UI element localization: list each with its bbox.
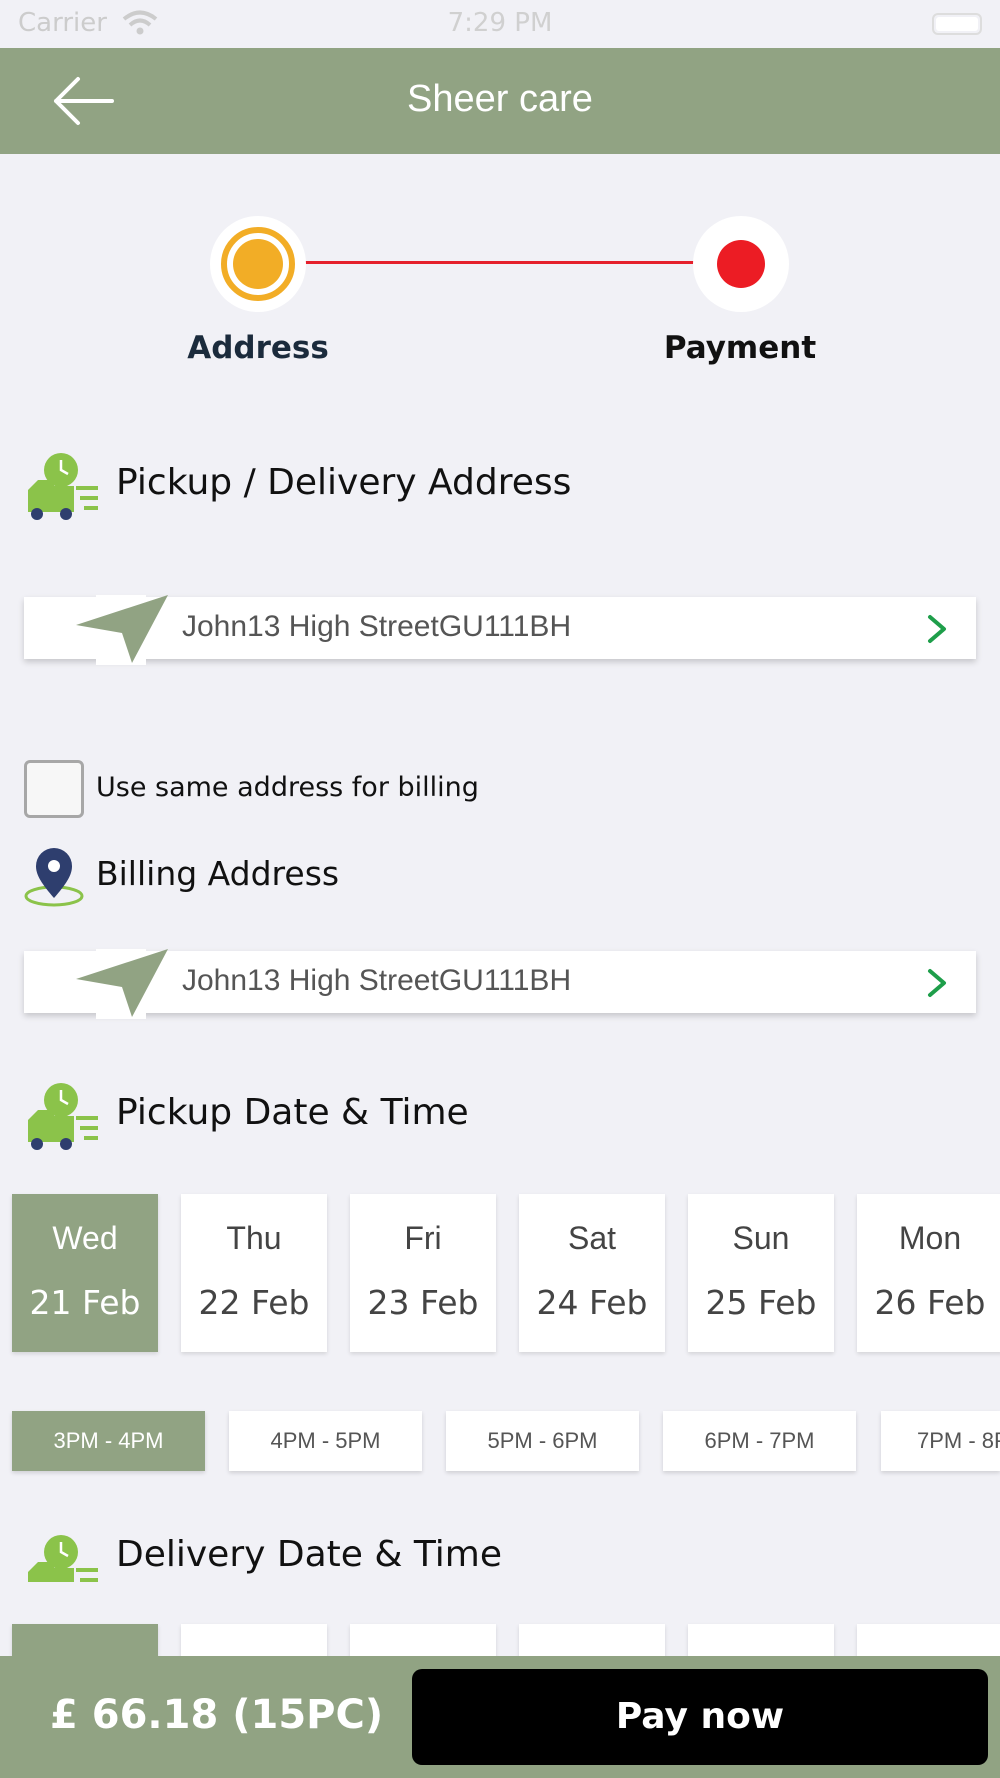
delivery-datetime-title: Delivery Date & Time: [116, 1534, 502, 1575]
pickup-day-item[interactable]: Fri 23 Feb: [350, 1194, 496, 1352]
pay-now-button[interactable]: Pay now: [412, 1669, 988, 1765]
pickup-address-selector[interactable]: John13 High StreetGU111BH: [24, 595, 976, 665]
checkout-stepper: Address Payment: [0, 154, 1000, 384]
pickup-day-item[interactable]: Thu 22 Feb: [181, 1194, 327, 1352]
location-pin-icon: [24, 848, 84, 907]
day-date: 23 Feb: [367, 1283, 479, 1322]
delivery-truck-clock-icon: [28, 1535, 98, 1582]
pickup-datetime-title: Pickup Date & Time: [116, 1092, 469, 1133]
pickup-day-item[interactable]: Sun 25 Feb: [688, 1194, 834, 1352]
pickup-slot-item[interactable]: 3PM - 4PM: [12, 1411, 205, 1471]
step-payment-indicator[interactable]: [693, 216, 789, 312]
delivery-truck-clock-icon: [28, 1083, 98, 1150]
stepper-connector: [258, 261, 742, 264]
battery-icon: [932, 13, 982, 35]
step-address-indicator[interactable]: [210, 216, 306, 312]
step-payment-label: Payment: [663, 330, 817, 366]
pickup-slot-list: 3PM - 4PM 4PM - 5PM 5PM - 6PM 6PM - 7PM …: [12, 1411, 1000, 1473]
chevron-right-icon: [928, 969, 946, 997]
pickup-day-item[interactable]: Mon 26 Feb: [857, 1194, 1000, 1352]
pickup-slot-item[interactable]: 6PM - 7PM: [663, 1411, 856, 1471]
day-name: Wed: [52, 1220, 118, 1256]
day-date: 24 Feb: [536, 1283, 648, 1322]
navigation-arrow-icon: [76, 949, 168, 1019]
clock-label: 7:29 PM: [447, 8, 553, 38]
day-name: Thu: [226, 1220, 282, 1256]
pickup-day-item[interactable]: Sat 24 Feb: [519, 1194, 665, 1352]
billing-address-title: Billing Address: [96, 854, 340, 893]
day-date: 21 Feb: [29, 1283, 141, 1322]
day-name: Mon: [898, 1220, 962, 1256]
day-date: 26 Feb: [874, 1283, 986, 1322]
same-address-label: Use same address for billing: [96, 772, 479, 803]
pickup-address-title: Pickup / Delivery Address: [116, 462, 572, 503]
pickup-slot-item[interactable]: 4PM - 5PM: [229, 1411, 422, 1471]
status-bar: Carrier 7:29 PM: [0, 0, 1000, 48]
pickup-slot-item[interactable]: 7PM - 8PM: [881, 1411, 1000, 1471]
step-address-label: Address: [187, 330, 329, 366]
day-name: Sun: [732, 1220, 790, 1256]
billing-address-value: John13 High StreetGU111BH: [182, 964, 572, 997]
day-date: 22 Feb: [198, 1283, 310, 1322]
same-address-checkbox[interactable]: [24, 760, 84, 818]
delivery-truck-clock-icon: [28, 453, 98, 520]
page-title: Sheer care: [407, 78, 593, 120]
navigation-arrow-icon: [76, 595, 168, 665]
checkout-footer: £ 66.18 (15PC) Pay now: [0, 1656, 1000, 1778]
day-name: Sat: [567, 1220, 617, 1256]
billing-address-selector[interactable]: John13 High StreetGU111BH: [24, 949, 976, 1019]
pickup-address-value: John13 High StreetGU111BH: [182, 610, 572, 643]
pickup-day-list: Wed 21 Feb Thu 22 Feb Fri 23 Feb Sat 24 …: [12, 1194, 1000, 1352]
pickup-day-item[interactable]: Wed 21 Feb: [12, 1194, 158, 1352]
day-date: 25 Feb: [705, 1283, 817, 1322]
day-name: Fri: [404, 1220, 442, 1256]
pickup-slot-item[interactable]: 5PM - 6PM: [446, 1411, 639, 1471]
header-bar: Sheer care: [0, 48, 1000, 154]
chevron-right-icon: [928, 615, 946, 643]
total-price: £ 66.18 (15PC): [50, 1692, 384, 1738]
